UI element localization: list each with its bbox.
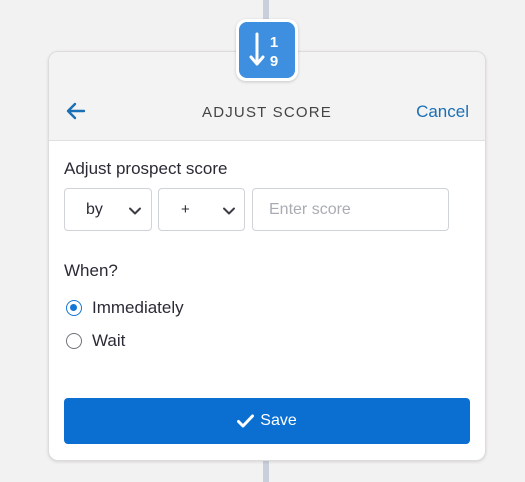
mode-select[interactable]: by <box>64 188 152 231</box>
step-icon-badge: 1 9 <box>236 19 298 81</box>
chevron-down-icon <box>223 207 235 215</box>
radio-wait[interactable]: Wait <box>66 330 125 352</box>
radio-immediately-label: Immediately <box>92 298 184 317</box>
adjust-score-label: Adjust prospect score <box>64 159 228 178</box>
radio-immediately[interactable]: Immediately <box>66 297 184 319</box>
operator-select[interactable]: + <box>158 188 245 231</box>
chevron-down-icon <box>129 207 141 215</box>
mode-select-value: by <box>86 201 103 218</box>
cancel-link[interactable]: Cancel <box>416 102 469 122</box>
sort-numeric-icon: 1 9 <box>239 22 295 78</box>
icon-digit-bottom: 9 <box>270 53 278 70</box>
canvas: ADJUST SCORE Cancel 1 9 Adjust prospect … <box>0 0 525 482</box>
operator-select-value: + <box>181 201 190 218</box>
when-label: When? <box>64 261 118 280</box>
sort-numeric-icon-glyph: 1 9 <box>249 32 278 70</box>
save-button[interactable]: Save <box>64 398 470 444</box>
score-input[interactable] <box>252 188 449 231</box>
radio-button-unchecked[interactable] <box>66 333 82 349</box>
icon-digit-top: 1 <box>270 34 278 51</box>
radio-button-checked[interactable] <box>66 300 82 316</box>
radio-wait-label: Wait <box>92 331 126 350</box>
check-icon <box>237 414 255 428</box>
save-button-label: Save <box>260 412 297 429</box>
